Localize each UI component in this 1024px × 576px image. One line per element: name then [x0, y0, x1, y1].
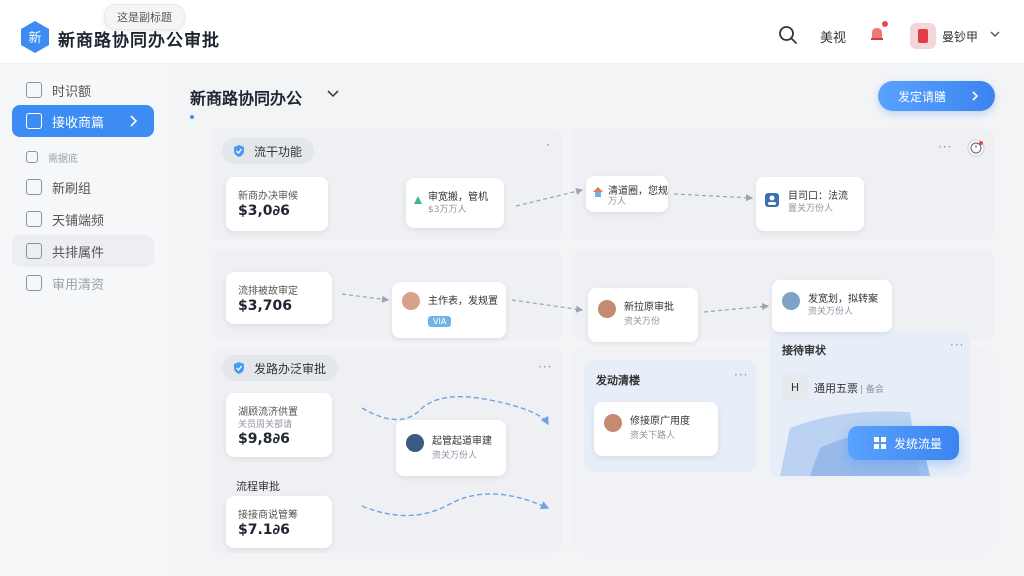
connector-line: [511, 299, 584, 313]
flow-connectors: [341, 187, 770, 517]
connector-line: [361, 493, 550, 517]
connector-line: [341, 293, 390, 303]
connector-line: [361, 395, 549, 426]
connector-line: [673, 193, 754, 202]
connector-line: [515, 187, 584, 207]
connector-line: [703, 302, 770, 313]
